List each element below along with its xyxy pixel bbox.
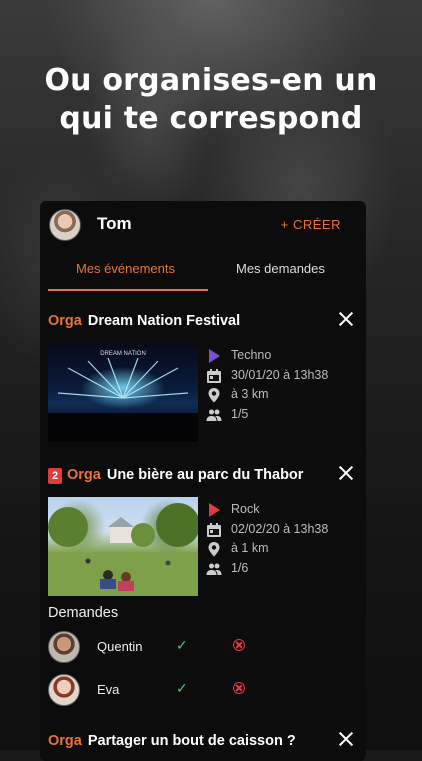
park-photo [48, 497, 198, 596]
date-text: 02/02/20 à 13h38 [231, 521, 329, 536]
event-title: Une bière au parc du Thabor [106, 467, 304, 483]
concert-photo-caption: DREAM NATION [100, 351, 146, 357]
requests-title: Demandes [48, 605, 119, 621]
people-icon [206, 563, 222, 575]
event-title: Dream Nation Festival [87, 313, 241, 329]
requester-name: Eva [97, 682, 120, 697]
top-bar: Tom + CRÉER [40, 201, 366, 247]
avatar[interactable] [48, 674, 80, 706]
park-scene-graphic [48, 503, 198, 596]
tab-mes-evenements[interactable]: Mes événements [76, 261, 175, 276]
requester-name: Quentin [97, 639, 143, 654]
request-item: Eva ✓ [40, 674, 366, 708]
check-icon[interactable]: ✓ [176, 680, 188, 697]
close-icon[interactable] [338, 465, 354, 481]
decline-icon[interactable] [233, 639, 245, 651]
event-title: Partager un bout de caisson ? [87, 733, 296, 749]
orga-label: Orga [48, 733, 82, 749]
people-icon [206, 409, 222, 421]
genre-text: Techno [231, 348, 272, 362]
location-pin-icon [208, 388, 220, 403]
check-icon[interactable]: ✓ [176, 637, 188, 654]
decline-icon[interactable] [233, 682, 245, 694]
headline: Ou organises-en un qui te correspond [0, 62, 422, 138]
play-icon [209, 349, 220, 363]
active-tab-indicator [48, 289, 208, 291]
avatar[interactable] [48, 631, 80, 663]
orga-label: Orga [48, 313, 82, 329]
event-title-row: Orga Partager un bout de caisson ? [48, 733, 296, 749]
calendar-icon [207, 368, 221, 383]
calendar-icon [207, 522, 221, 537]
notification-badge: 2 [48, 468, 62, 484]
tab-bar: Mes événements Mes demandes [40, 247, 366, 291]
play-icon [209, 503, 220, 517]
headline-line-1: Ou organises-en un [44, 63, 378, 98]
user-avatar[interactable] [49, 209, 81, 241]
location-pin-icon [208, 542, 220, 557]
request-item: Quentin ✓ [40, 631, 366, 665]
participants-text: 1/5 [231, 406, 249, 421]
username: Tom [97, 214, 132, 233]
distance-text: à 1 km [231, 541, 269, 555]
event-title-row: Orga Dream Nation Festival [48, 313, 240, 329]
orga-label: Orga [67, 467, 101, 483]
date-text: 30/01/20 à 13h38 [231, 367, 329, 382]
distance-text: à 3 km [231, 387, 269, 401]
close-icon[interactable] [338, 311, 354, 327]
tab-mes-demandes[interactable]: Mes demandes [236, 261, 325, 276]
concert-photo: DREAM NATION [48, 343, 198, 442]
event-title-row: Orga Une bière au parc du Thabor [67, 467, 303, 483]
stage-lights-graphic: DREAM NATION [48, 351, 198, 442]
genre-text: Rock [231, 502, 260, 516]
close-icon[interactable] [338, 731, 354, 747]
headline-line-2: qui te correspond [59, 101, 363, 136]
app-screen: Tom + CRÉER Mes événements Mes demandes … [40, 201, 366, 761]
create-button[interactable]: + CRÉER [281, 217, 341, 232]
participants-text: 1/6 [231, 560, 249, 575]
